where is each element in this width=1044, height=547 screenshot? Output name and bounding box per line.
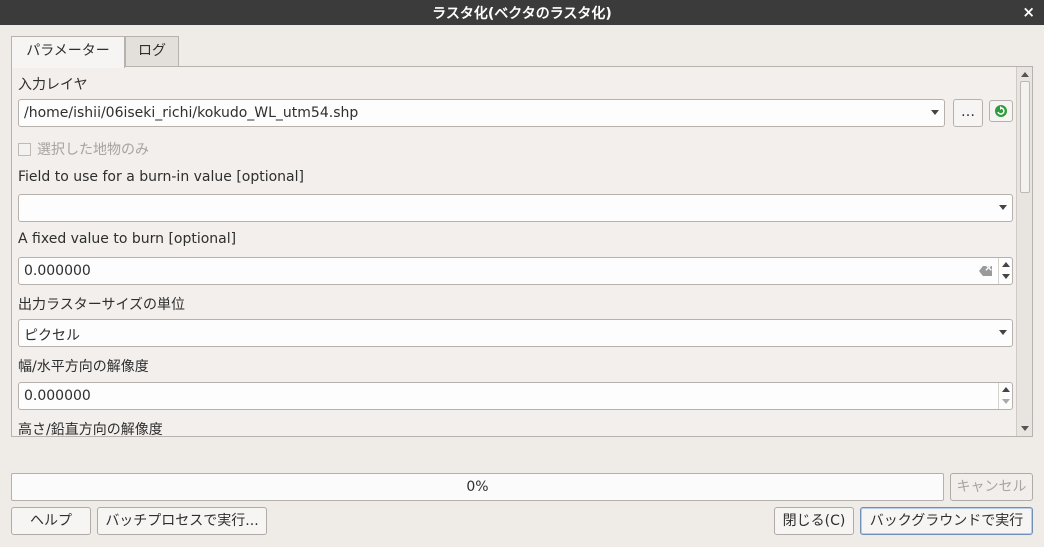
input-layer-combo[interactable]: /home/ishii/06iseki_richi/kokudo_WL_utm5…	[18, 99, 945, 127]
burn-field-combo[interactable]	[18, 194, 1013, 222]
v-resolution-label: 高さ/鉛直方向の解像度	[18, 422, 163, 436]
h-resolution-spinbox[interactable]: 0.000000	[18, 382, 1013, 410]
spin-up-icon[interactable]	[1002, 387, 1010, 392]
chevron-down-icon	[931, 110, 939, 115]
fixed-value-value: 0.000000	[24, 263, 91, 279]
clear-icon[interactable]	[979, 266, 992, 276]
fixed-value-label: A fixed value to burn [optional]	[18, 231, 237, 247]
iterate-toggle-button[interactable]	[989, 100, 1013, 122]
title-bar: ラスタ化(ベクタのラスタ化) ×	[0, 0, 1044, 25]
refresh-icon	[995, 105, 1007, 117]
h-resolution-value: 0.000000	[24, 388, 91, 404]
size-units-label: 出力ラスターサイズの単位	[18, 297, 186, 313]
scroll-up-icon[interactable]	[1021, 72, 1029, 77]
help-button[interactable]: ヘルプ	[11, 507, 91, 535]
spin-up-icon[interactable]	[1002, 262, 1010, 267]
progress-bar: 0%	[11, 473, 944, 501]
spin-buttons[interactable]	[998, 383, 1012, 409]
spin-down-icon[interactable]	[1002, 399, 1010, 404]
close-icon[interactable]: ×	[1022, 3, 1035, 21]
chevron-down-icon	[999, 205, 1007, 210]
h-resolution-label: 幅/水平方向の解像度	[18, 359, 149, 375]
selected-only-checkbox[interactable]: 選択した地物のみ	[18, 139, 149, 159]
window-title: ラスタ化(ベクタのラスタ化)	[432, 6, 612, 22]
input-layer-value: /home/ishii/06iseki_richi/kokudo_WL_utm5…	[24, 105, 359, 121]
progress-text: 0%	[466, 479, 489, 495]
chevron-down-icon	[999, 330, 1007, 335]
size-units-combo[interactable]: ピクセル	[18, 319, 1013, 347]
scroll-down-icon[interactable]	[1021, 426, 1029, 431]
run-in-background-button[interactable]: バックグラウンドで実行	[860, 507, 1033, 535]
size-units-value: ピクセル	[24, 328, 80, 344]
cancel-button[interactable]: キャンセル	[950, 473, 1033, 501]
fixed-value-spinbox[interactable]: 0.000000	[18, 257, 1013, 285]
spin-buttons[interactable]	[998, 258, 1012, 284]
burn-field-label: Field to use for a burn-in value [option…	[18, 169, 304, 185]
batch-process-button[interactable]: バッチプロセスで実行...	[97, 507, 267, 535]
input-layer-label: 入力レイヤ	[18, 77, 88, 93]
close-button[interactable]: 閉じる(C)	[774, 507, 854, 535]
selected-only-label: 選択した地物のみ	[37, 142, 149, 158]
scroll-thumb[interactable]	[1020, 81, 1030, 193]
spin-down-icon[interactable]	[1002, 274, 1010, 279]
parameters-content: 入力レイヤ /home/ishii/06iseki_richi/kokudo_W…	[12, 67, 1016, 436]
checkbox-box	[18, 143, 31, 156]
browse-button[interactable]: …	[953, 99, 983, 127]
vertical-scrollbar[interactable]	[1016, 67, 1032, 436]
tab-parameters[interactable]: パラメーター	[11, 36, 125, 68]
tab-log[interactable]: ログ	[125, 36, 179, 67]
parameters-panel: 入力レイヤ /home/ishii/06iseki_richi/kokudo_W…	[11, 66, 1033, 437]
